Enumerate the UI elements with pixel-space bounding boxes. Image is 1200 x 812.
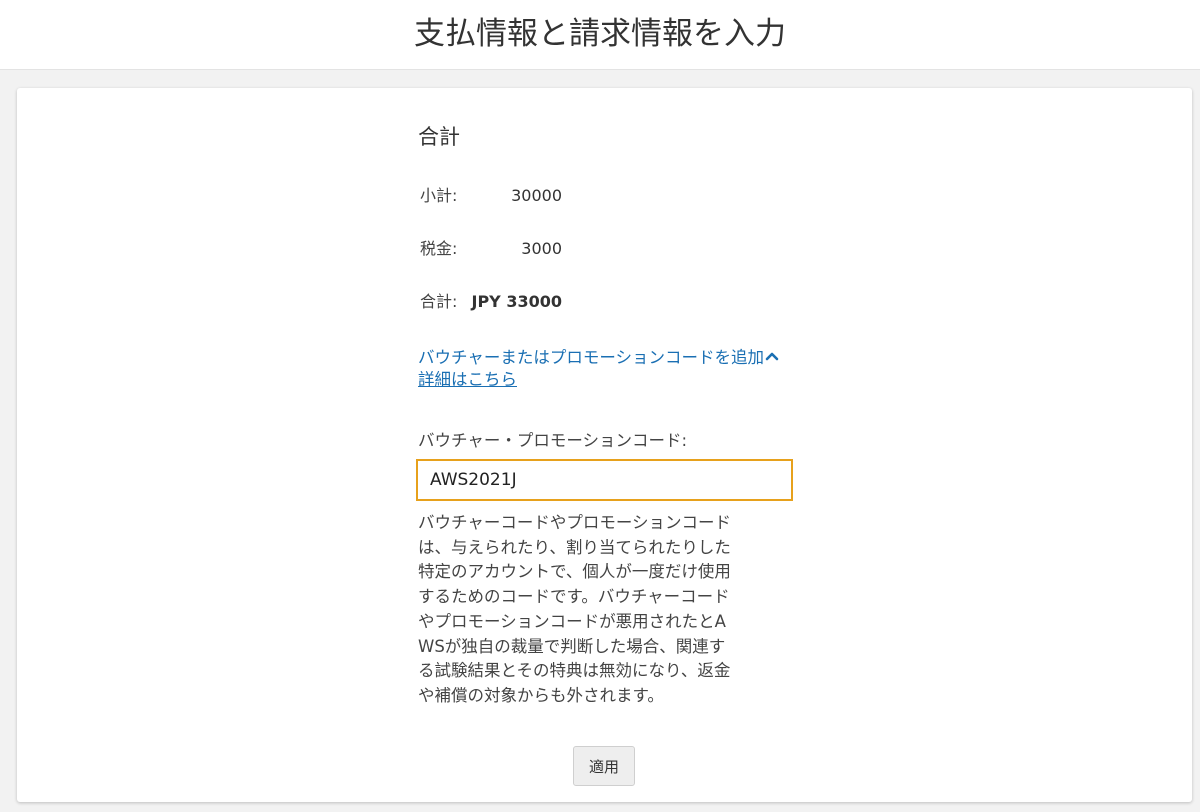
tax-value: 3000 [521,239,562,258]
add-promo-code-toggle[interactable]: バウチャーまたはプロモーションコードを追加 [418,346,779,369]
details-link[interactable]: 詳細はこちら [418,369,517,391]
chevron-up-icon [765,346,779,361]
total-row: 合計: JPY 33000 [420,291,580,313]
page-title: 支払情報と請求情報を入力 [414,16,786,52]
subtotal-row: 小計: 30000 [420,185,580,207]
promo-code-description: バウチャーコードやプロモーションコードは、与えられたり、割り当てられたりした特定… [418,513,732,705]
total-value: JPY 33000 [471,292,563,311]
subtotal-label: 小計: [420,186,458,205]
page-header: 支払情報と請求情報を入力 [0,0,1200,70]
total-heading: 合計 [418,125,460,149]
promo-code-input[interactable] [416,459,793,501]
add-promo-code-label: バウチャーまたはプロモーションコードを追加 [418,348,765,367]
promo-code-field-label: バウチャー・プロモーションコード: [418,431,688,450]
total-label: 合計: [420,292,458,311]
subtotal-value: 30000 [511,186,562,205]
tax-row: 税金: 3000 [420,238,580,260]
payment-card: 合計 小計: 30000 税金: 3000 合計: JPY 33000 バウチャ… [17,88,1192,802]
apply-button[interactable]: 適用 [573,746,635,786]
tax-label: 税金: [420,239,458,258]
